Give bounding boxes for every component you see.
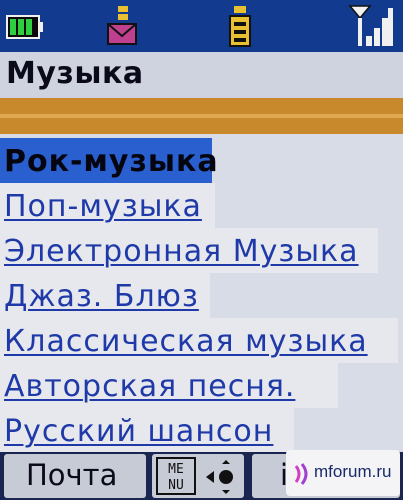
list-item-label: Классическая музыка bbox=[4, 324, 368, 359]
status-bar bbox=[0, 0, 403, 52]
list-item[interactable]: Классическая музыка bbox=[0, 318, 403, 363]
list-item[interactable]: Электронная Музыка bbox=[0, 228, 403, 273]
header-band bbox=[0, 98, 403, 134]
phone-screen: Музыка Рок-музыка Поп-музыка Электронная… bbox=[0, 0, 403, 500]
header-band-stripe bbox=[0, 114, 403, 118]
list-item[interactable]: Авторская песня. bbox=[0, 363, 403, 408]
list-item[interactable]: Джаз. Блюз bbox=[0, 273, 403, 318]
watermark-text: mforum.ru bbox=[314, 462, 392, 481]
page-title: Музыка bbox=[6, 56, 144, 91]
list-item[interactable]: Рок-музыка bbox=[0, 138, 403, 183]
list-item-label: Русский шансон bbox=[4, 414, 274, 449]
java-icon bbox=[229, 6, 251, 47]
watermark: mforum.ru bbox=[286, 450, 400, 496]
menu-softkey[interactable]: ME NU bbox=[152, 454, 244, 498]
list-item[interactable]: Поп-музыка bbox=[0, 183, 403, 228]
list-item-label: Авторская песня. bbox=[4, 369, 296, 404]
signal-strength-icon bbox=[348, 5, 393, 46]
title-bar: Музыка bbox=[0, 52, 403, 98]
watermark-logo-icon bbox=[294, 463, 308, 485]
menu-icon-bottom: NU bbox=[168, 478, 184, 493]
list-item[interactable]: Русский шансон bbox=[0, 408, 403, 453]
navigation-key-icon bbox=[206, 460, 233, 494]
message-icon bbox=[107, 6, 137, 45]
music-genre-list: Рок-музыка Поп-музыка Электронная Музыка… bbox=[0, 134, 403, 453]
battery-icon bbox=[6, 15, 43, 39]
list-item-label: Поп-музыка bbox=[4, 189, 202, 224]
list-item-label: Электронная Музыка bbox=[4, 234, 359, 269]
list-item-label: Джаз. Блюз bbox=[4, 279, 199, 314]
menu-icon: ME NU bbox=[156, 457, 196, 495]
mail-softkey-label: Почта bbox=[26, 458, 118, 492]
menu-icon-top: ME bbox=[168, 462, 184, 477]
mail-softkey[interactable]: Почта bbox=[4, 454, 146, 498]
list-item-label: Рок-музыка bbox=[4, 144, 219, 179]
